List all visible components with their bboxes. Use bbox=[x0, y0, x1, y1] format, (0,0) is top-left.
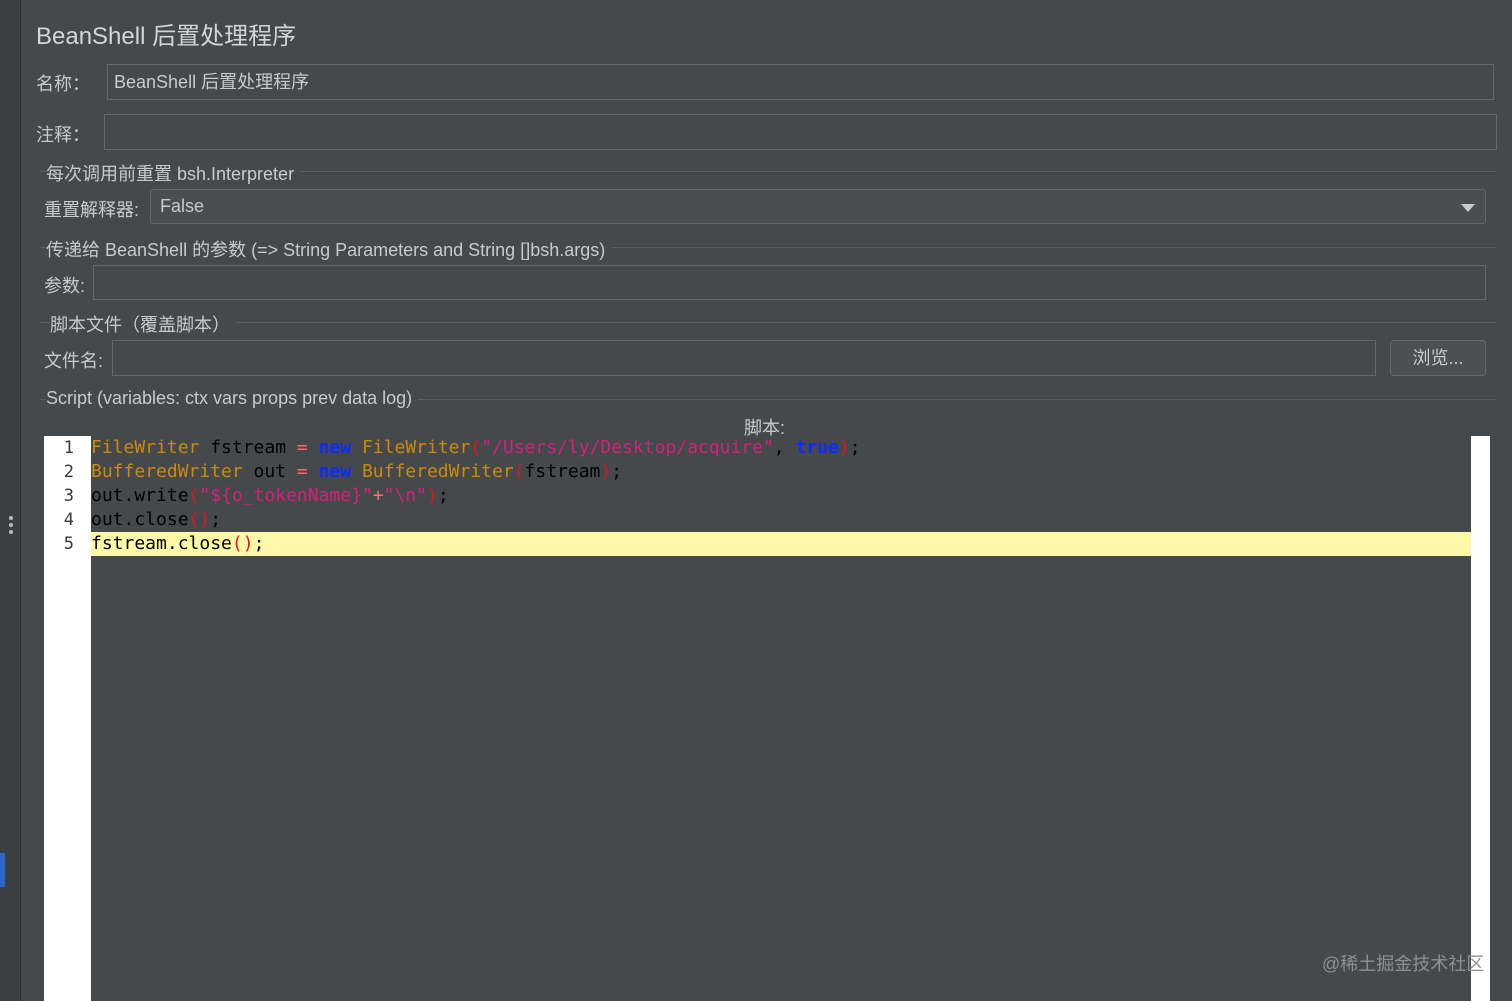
comment-label: 注释： bbox=[36, 125, 90, 145]
code-token: out.write bbox=[91, 485, 189, 506]
code-token: BufferedWriter bbox=[91, 461, 243, 482]
code-token: FileWriter bbox=[91, 437, 200, 458]
code-token: fstream bbox=[199, 437, 297, 458]
line-number: 1 bbox=[63, 438, 74, 458]
watermark: @稀土掘金技术社区 bbox=[1322, 954, 1485, 974]
file-group-border bbox=[40, 322, 1496, 323]
script-editor[interactable]: 1 2 3 4 5 FileWriter fstream = new FileWrite… bbox=[44, 436, 1490, 1001]
name-input[interactable]: BeanShell 后置处理程序 bbox=[107, 64, 1494, 100]
line-number: 4 bbox=[63, 510, 74, 530]
filename-input[interactable] bbox=[112, 340, 1376, 376]
reset-interpreter-value: False bbox=[160, 196, 205, 216]
code-token: () bbox=[188, 509, 211, 530]
code-token: ; bbox=[611, 461, 623, 482]
code-token: () bbox=[231, 533, 254, 554]
code-token: ; bbox=[437, 485, 449, 506]
code-line[interactable]: BufferedWriter out = new BufferedWriter(… bbox=[91, 460, 1471, 484]
file-group-title: 脚本文件（覆盖脚本） bbox=[50, 311, 236, 337]
splitter-grip-icon[interactable] bbox=[9, 516, 13, 538]
code-token: "\n" bbox=[383, 485, 427, 506]
code-token: = bbox=[296, 437, 308, 458]
params-group-title: 传递给 BeanShell 的参数 (=> String Parameters … bbox=[46, 236, 612, 262]
code-line[interactable]: fstream.close(); bbox=[91, 532, 1471, 556]
code-token: ; bbox=[210, 509, 222, 530]
line-number: 3 bbox=[63, 486, 74, 506]
code-token: ( bbox=[470, 437, 482, 458]
name-label: 名称： bbox=[36, 74, 90, 94]
code-line[interactable]: FileWriter fstream = new FileWriter("/Us… bbox=[91, 436, 1471, 460]
line-number: 5 bbox=[63, 534, 74, 554]
code-token: new bbox=[318, 461, 352, 482]
code-token: FileWriter bbox=[361, 437, 471, 458]
code-token: ) bbox=[426, 485, 438, 506]
code-token: ) bbox=[600, 461, 612, 482]
code-token: out.close bbox=[91, 509, 189, 530]
code-token: ) bbox=[838, 437, 850, 458]
code-token: , bbox=[773, 437, 796, 458]
comment-input[interactable] bbox=[104, 114, 1497, 150]
code-token: out bbox=[242, 461, 297, 482]
code-token: ( bbox=[188, 485, 200, 506]
line-number: 2 bbox=[63, 462, 74, 482]
browse-button[interactable]: 浏览... bbox=[1390, 340, 1486, 376]
params-label: 参数: bbox=[44, 276, 86, 296]
reset-interpreter-label: 重置解释器: bbox=[44, 200, 140, 220]
code-token: new bbox=[318, 437, 352, 458]
code-line[interactable]: out.close(); bbox=[91, 508, 1471, 532]
selection-indicator bbox=[0, 853, 5, 887]
code-token: ( bbox=[513, 461, 525, 482]
editor-scrollbar[interactable] bbox=[1471, 436, 1490, 1001]
code-token: = bbox=[296, 461, 308, 482]
reset-group-title: 每次调用前重置 bsh.Interpreter bbox=[46, 160, 301, 186]
code-token: fstream bbox=[524, 461, 601, 482]
code-token: "${o_tokenName}" bbox=[199, 485, 373, 506]
code-line[interactable]: out.write("${o_tokenName}"+"\n"); bbox=[91, 484, 1471, 508]
code-token: + bbox=[372, 485, 384, 506]
code-token: true bbox=[795, 437, 839, 458]
left-tree-panel-edge bbox=[0, 0, 21, 1001]
line-number-gutter: 1 2 3 4 5 bbox=[44, 436, 91, 1001]
params-input[interactable] bbox=[93, 265, 1486, 300]
code-token: ; bbox=[849, 437, 861, 458]
code-token: fstream.close bbox=[91, 533, 232, 554]
page-title: BeanShell 后置处理程序 bbox=[36, 23, 297, 50]
reset-interpreter-select[interactable]: False bbox=[150, 189, 1486, 224]
code-area[interactable]: FileWriter fstream = new FileWriter("/Us… bbox=[91, 436, 1471, 1001]
script-group-title: Script (variables: ctx vars props prev d… bbox=[46, 388, 419, 409]
chevron-down-icon[interactable] bbox=[1461, 204, 1475, 212]
code-token: ; bbox=[253, 533, 265, 554]
code-token: BufferedWriter bbox=[361, 461, 514, 482]
filename-label: 文件名: bbox=[44, 351, 104, 371]
code-token: "/Users/ly/Desktop/acquire" bbox=[481, 437, 774, 458]
